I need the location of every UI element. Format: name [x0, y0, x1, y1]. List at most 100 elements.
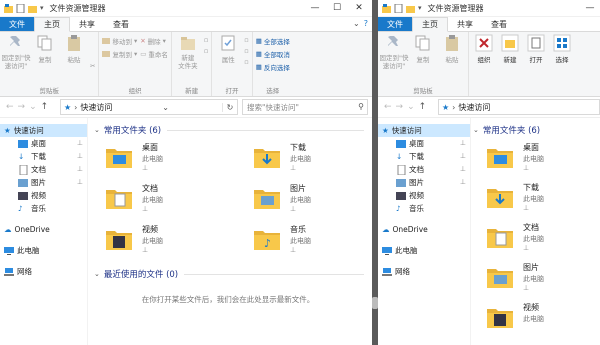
- folder-tile[interactable]: 图片 此电脑 ⊥: [252, 183, 372, 221]
- network-icon: [382, 267, 392, 276]
- nav-onedrive[interactable]: ☁ OneDrive: [378, 223, 470, 236]
- forward-icon[interactable]: →: [396, 102, 404, 112]
- qat-dropdown-icon[interactable]: ▾: [418, 4, 422, 12]
- nav-network[interactable]: 网络: [378, 265, 470, 278]
- copy-to-button[interactable]: 复制到 ▾: [102, 49, 137, 59]
- nav-this-pc[interactable]: 此电脑: [378, 244, 470, 257]
- nav-music[interactable]: ♪ 音乐: [378, 202, 470, 215]
- new-button[interactable]: 新建: [498, 34, 522, 96]
- folder-tile[interactable]: 视频 此电脑 ⊥: [104, 224, 252, 262]
- history-icon[interactable]: ▫: [244, 58, 248, 66]
- invert-selection-button[interactable]: ▦ 反向选择: [256, 62, 290, 72]
- up-icon[interactable]: ↑: [419, 102, 427, 112]
- back-icon[interactable]: ←: [6, 102, 14, 112]
- new-folder-button[interactable]: 新建 文件夹: [175, 34, 201, 86]
- new-folder-icon[interactable]: [28, 4, 37, 13]
- new-folder-icon[interactable]: [406, 4, 415, 13]
- pictures-folder-icon: [252, 183, 282, 213]
- tab-view[interactable]: 查看: [482, 17, 516, 31]
- cut-icon[interactable]: ✂: [90, 62, 95, 70]
- open-icon[interactable]: ▫: [244, 36, 248, 44]
- folder-tile[interactable]: 文档 此电脑 ⊥: [485, 222, 600, 260]
- nav-pictures[interactable]: 图片 ⊥: [378, 176, 470, 189]
- properties-button[interactable]: 属性: [215, 34, 241, 86]
- tab-home[interactable]: 主页: [34, 17, 70, 32]
- delete-button[interactable]: ✕ 删除 ▾: [140, 36, 168, 46]
- folder-tile[interactable]: 图片 此电脑 ⊥: [485, 262, 600, 300]
- nav-music[interactable]: ♪ 音乐: [0, 202, 87, 215]
- tab-home[interactable]: 主页: [412, 17, 448, 32]
- pin-quick-access-button[interactable]: 固定到"快 速访问": [380, 34, 409, 86]
- minimize-icon[interactable]: —: [304, 0, 326, 16]
- nav-quick-access[interactable]: ★ 快速访问: [0, 124, 87, 137]
- nav-documents[interactable]: 文档 ⊥: [0, 163, 87, 176]
- up-icon[interactable]: ↑: [41, 102, 49, 112]
- folder-tile[interactable]: 桌面 此电脑 ⊥: [104, 142, 252, 180]
- tab-share[interactable]: 共享: [448, 17, 482, 31]
- address-bar[interactable]: ★ › 快速访问 ⌄ ↻: [60, 99, 238, 115]
- address-separator-icon: ›: [74, 102, 78, 112]
- copy-button[interactable]: 复制: [410, 34, 436, 86]
- nav-downloads[interactable]: ↓ 下载 ⊥: [0, 150, 87, 163]
- properties-icon[interactable]: [16, 3, 25, 13]
- nav-documents[interactable]: 文档 ⊥: [378, 163, 470, 176]
- nav-videos[interactable]: 视频: [0, 189, 87, 202]
- nav-downloads[interactable]: ↓ 下载 ⊥: [378, 150, 470, 163]
- nav-pictures[interactable]: 图片 ⊥: [0, 176, 87, 189]
- tab-file[interactable]: 文件: [0, 17, 34, 31]
- folder-tile[interactable]: 下载 此电脑 ⊥: [252, 142, 372, 180]
- qat-dropdown-icon[interactable]: ▾: [40, 4, 44, 12]
- select-none-button[interactable]: ▦ 全部取消: [256, 49, 290, 59]
- frequent-folders-header[interactable]: ⌄ 常用文件夹 (6): [473, 122, 600, 138]
- nav-onedrive[interactable]: ☁ OneDrive: [0, 223, 87, 236]
- select-all-button[interactable]: ▦ 全部选择: [256, 36, 290, 46]
- folder-tile[interactable]: 桌面 此电脑 ⊥: [485, 142, 600, 180]
- address-dropdown-icon[interactable]: ⌄: [162, 103, 172, 112]
- pin-icon: ⊥: [459, 152, 466, 160]
- copy-button[interactable]: 复制: [32, 34, 58, 86]
- explorer-icon: [4, 3, 13, 13]
- window-title: 文件资源管理器: [49, 3, 106, 13]
- back-icon[interactable]: ←: [384, 102, 392, 112]
- recent-locations-icon[interactable]: ⌄: [29, 102, 37, 112]
- frequent-folders-header[interactable]: ⌄ 常用文件夹 (6): [94, 122, 372, 138]
- ribbon-expand-icon[interactable]: ⌄: [353, 19, 360, 28]
- folder-tile[interactable]: 视频 此电脑: [485, 302, 600, 340]
- new-item-icon[interactable]: ▫: [204, 36, 208, 44]
- nav-desktop[interactable]: 桌面 ⊥: [378, 137, 470, 150]
- easy-access-icon[interactable]: ▫: [204, 47, 208, 55]
- paste-button[interactable]: 粘贴: [439, 34, 465, 86]
- organize-button[interactable]: 组织: [472, 34, 496, 96]
- folder-tile[interactable]: 文档 此电脑 ⊥: [104, 183, 252, 221]
- minimize-icon[interactable]: —: [582, 0, 598, 16]
- folder-tile[interactable]: ♪ 音乐 此电脑 ⊥: [252, 224, 372, 262]
- select-button[interactable]: 选择: [550, 34, 574, 96]
- pin-icon: ⊥: [76, 152, 83, 160]
- rename-button[interactable]: ▭ 重命名: [140, 49, 168, 59]
- pin-quick-access-button[interactable]: 固定到"快 速访问": [2, 34, 31, 86]
- properties-icon: [221, 35, 235, 51]
- nav-this-pc[interactable]: 此电脑: [0, 244, 87, 257]
- recent-locations-icon[interactable]: ⌄: [407, 102, 415, 112]
- nav-network[interactable]: 网络: [0, 265, 87, 278]
- folder-tile[interactable]: 下载 此电脑 ⊥: [485, 182, 600, 220]
- tab-share[interactable]: 共享: [70, 17, 104, 31]
- edit-icon[interactable]: ▫: [244, 47, 248, 55]
- forward-icon[interactable]: →: [18, 102, 26, 112]
- search-input[interactable]: 搜索"快速访问" ⚲: [242, 99, 368, 115]
- open-button[interactable]: 打开: [524, 34, 548, 96]
- close-icon[interactable]: ✕: [348, 0, 370, 16]
- nav-videos[interactable]: 视频: [378, 189, 470, 202]
- nav-desktop[interactable]: 桌面 ⊥: [0, 137, 87, 150]
- tab-view[interactable]: 查看: [104, 17, 138, 31]
- refresh-icon[interactable]: ↻: [222, 102, 237, 112]
- tab-file[interactable]: 文件: [378, 17, 412, 31]
- move-to-button[interactable]: 移动到 ▾: [102, 36, 137, 46]
- recent-files-header[interactable]: ⌄ 最近使用的文件 (0): [94, 266, 372, 282]
- maximize-icon[interactable]: ☐: [326, 0, 348, 16]
- properties-icon[interactable]: [394, 3, 403, 13]
- nav-quick-access[interactable]: ★ 快速访问: [378, 124, 470, 137]
- address-bar[interactable]: ★ › 快速访问: [438, 99, 600, 115]
- help-icon[interactable]: ?: [364, 19, 368, 28]
- paste-button[interactable]: 粘贴: [61, 34, 87, 86]
